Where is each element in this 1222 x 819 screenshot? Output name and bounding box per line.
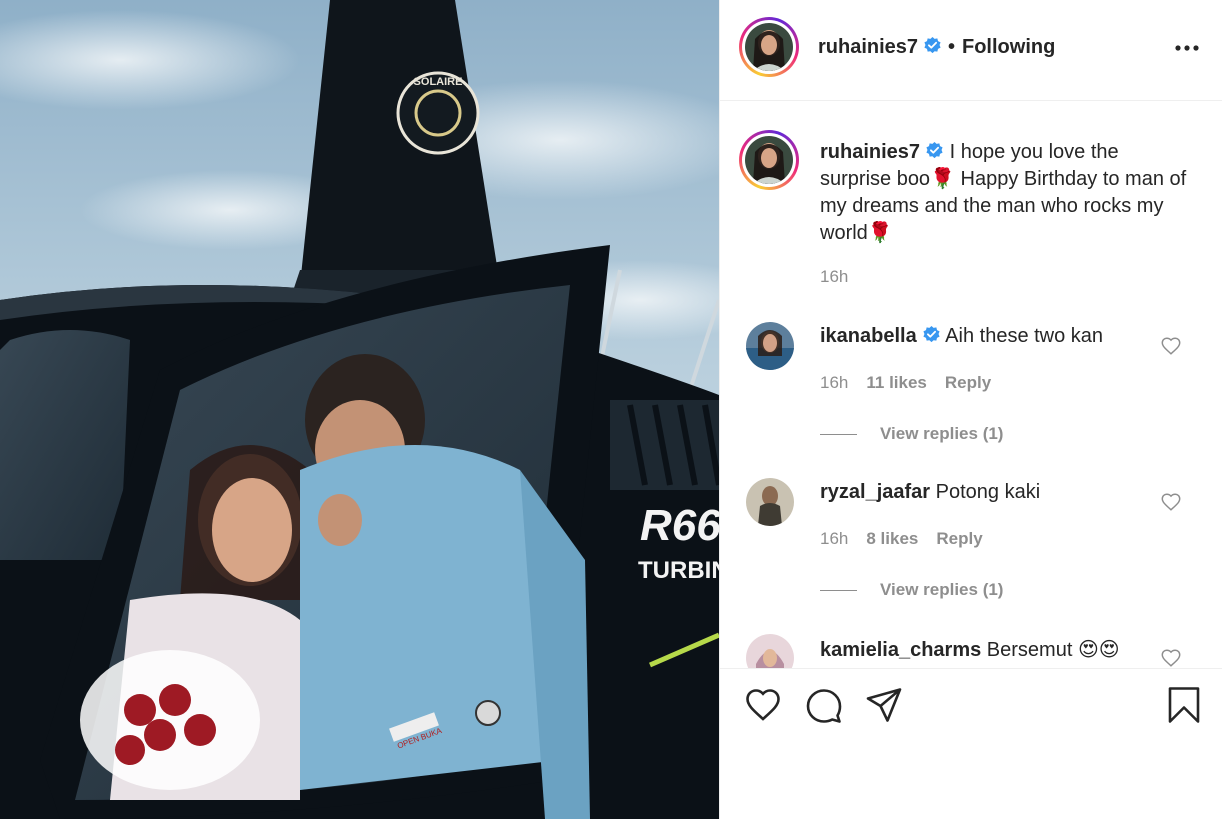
paper-plane-icon[interactable] — [864, 685, 904, 725]
photo-logo-text: SOLAIRE — [414, 76, 463, 88]
heart-icon[interactable] — [743, 685, 783, 725]
comment-text: Bersemut 😍😍 — [986, 639, 1120, 661]
comment-avatar[interactable] — [746, 478, 794, 526]
view-replies-button[interactable]: View replies (1) — [820, 424, 1003, 444]
author-username[interactable]: ruhainies7 — [818, 36, 918, 58]
comment-likes[interactable]: 8 likes — [866, 529, 918, 548]
reply-button[interactable]: Reply — [945, 373, 991, 392]
comment-time[interactable]: 16h — [820, 373, 848, 392]
photo-engine-text: TURBINE — [638, 557, 719, 584]
verified-badge-icon — [926, 141, 943, 159]
view-replies-label: View replies (1) — [880, 580, 1004, 599]
verified-badge-icon — [923, 325, 940, 343]
comment-like-heart-icon[interactable] — [1160, 491, 1182, 513]
post-photo[interactable]: SOLAIRE R66 TURBINE — [0, 0, 719, 819]
comment-time[interactable]: 16h — [820, 529, 848, 548]
comment-avatar[interactable] — [746, 634, 794, 668]
comment-meta: 16h 11 likes Reply — [820, 373, 991, 393]
post-caption: ruhainies7 I hope you love the surprise … — [820, 139, 1190, 247]
more-options-icon[interactable] — [1173, 34, 1201, 62]
comment-text: Potong kaki — [935, 481, 1041, 503]
caption-avatar-image — [745, 136, 793, 184]
comment-avatar[interactable] — [746, 322, 794, 370]
post-sidebar: ruhainies7 • Following ruhainies7 I hope — [719, 0, 1222, 819]
comment-username[interactable]: kamielia_charms — [820, 639, 981, 661]
photo-model-text: R66 — [640, 501, 719, 550]
reply-button[interactable]: Reply — [936, 529, 982, 548]
comment-icon[interactable] — [804, 685, 844, 725]
view-replies-label: View replies (1) — [880, 424, 1004, 443]
comment-like-heart-icon[interactable] — [1160, 647, 1182, 668]
comment-meta: 16h 8 likes Reply — [820, 529, 983, 549]
post-actions — [720, 668, 1222, 819]
author-avatar[interactable] — [739, 17, 799, 77]
post-header: ruhainies7 • Following — [720, 0, 1222, 101]
comment-username[interactable]: ikanabella — [820, 325, 917, 347]
comment-likes[interactable]: 11 likes — [866, 373, 927, 392]
caption-username[interactable]: ruhainies7 — [820, 141, 920, 163]
comment-username[interactable]: ryzal_jaafar — [820, 481, 930, 503]
comment-body: ikanabella Aih these two kan — [820, 325, 1103, 348]
caption-timestamp[interactable]: 16h — [820, 267, 848, 287]
header-separator: • — [948, 36, 956, 58]
comment-like-heart-icon[interactable] — [1160, 335, 1182, 357]
comment-body: ryzal_jaafar Potong kaki — [820, 481, 1040, 504]
helicopter-photo: SOLAIRE R66 TURBINE — [0, 0, 719, 819]
comment-text: Aih these two kan — [945, 325, 1104, 347]
author-avatar-image — [745, 23, 793, 71]
comment-body: kamielia_charms Bersemut 😍😍 — [820, 637, 1120, 662]
caption-avatar[interactable] — [739, 130, 799, 190]
verified-badge-icon — [924, 36, 941, 54]
bookmark-icon[interactable] — [1164, 685, 1204, 725]
following-button[interactable]: Following — [962, 36, 1055, 59]
comments-list[interactable]: ruhainies7 I hope you love the surprise … — [720, 101, 1222, 668]
view-replies-button[interactable]: View replies (1) — [820, 580, 1003, 600]
